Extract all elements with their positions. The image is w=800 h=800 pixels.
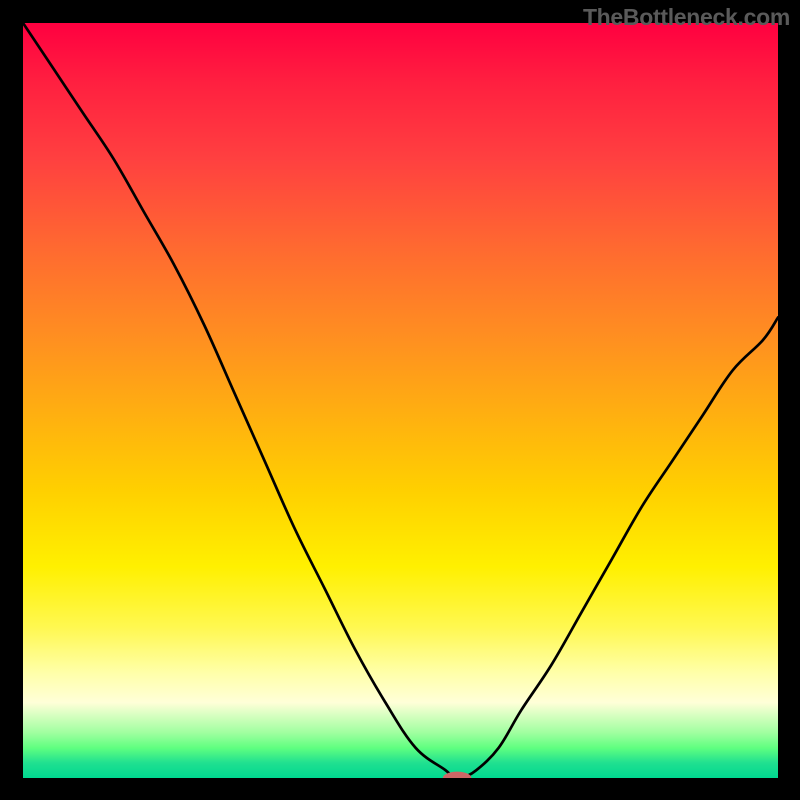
- chart-svg: [23, 23, 778, 778]
- chart-plot-area: [23, 23, 778, 778]
- source-watermark: TheBottleneck.com: [583, 4, 790, 31]
- chart-frame: TheBottleneck.com: [0, 0, 800, 800]
- bottleneck-curve: [23, 23, 778, 778]
